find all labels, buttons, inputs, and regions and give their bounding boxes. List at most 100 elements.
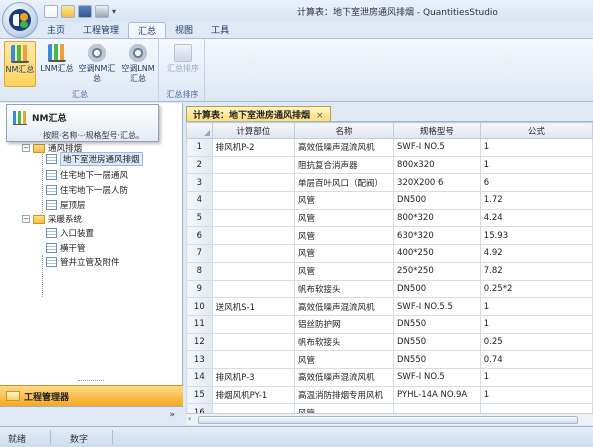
document-tab[interactable]: 计算表：地下室泄房通风排烟 ×: [186, 106, 331, 121]
row-number[interactable]: 8: [186, 261, 213, 281]
row-number[interactable]: 2: [186, 155, 213, 175]
cell-part[interactable]: [211, 208, 296, 228]
cell-formula[interactable]: 0.25: [479, 332, 593, 352]
cell-name[interactable]: 单层百叶风口（配阀）: [294, 173, 395, 193]
panel-splitter-grip[interactable]: [78, 380, 104, 383]
table-row[interactable]: 2 阻抗复合消声器 800x320 1: [186, 155, 593, 175]
tree-item-basement-ventilation[interactable]: 地下室泄房通风排烟: [46, 152, 143, 166]
cell-formula[interactable]: 1: [479, 155, 593, 175]
cell-part[interactable]: 排烟风机PY-1: [211, 385, 296, 405]
cell-formula[interactable]: 1: [479, 138, 593, 157]
cell-spec[interactable]: DN500: [393, 191, 481, 210]
tree-item-residential-b1-civil-defense[interactable]: 住宅地下一层人防: [46, 183, 128, 197]
more-panels-icon[interactable]: »: [169, 410, 175, 420]
row-number[interactable]: 13: [186, 350, 213, 369]
cell-name[interactable]: 帆布软接头: [294, 279, 395, 299]
cell-spec[interactable]: 630*320: [393, 226, 481, 246]
cell-formula[interactable]: 15.93: [479, 226, 593, 246]
row-number[interactable]: 11: [186, 314, 213, 334]
cell-part[interactable]: [211, 226, 296, 246]
cell-part[interactable]: [211, 350, 296, 369]
cell-part[interactable]: [211, 155, 296, 175]
cell-spec[interactable]: 250*250: [393, 261, 481, 281]
table-row[interactable]: 14 排风机P-3 高效低噪声混流风机 SWF-I NO.5 1: [186, 367, 593, 387]
cell-name[interactable]: 高效低噪声混流风机: [294, 138, 395, 157]
cell-formula[interactable]: [479, 403, 593, 413]
cell-spec[interactable]: 800*320: [393, 208, 481, 228]
cell-spec[interactable]: DN550: [393, 314, 481, 334]
tab-tools[interactable]: 工具: [202, 22, 238, 38]
cell-part[interactable]: [211, 261, 296, 281]
cell-spec[interactable]: DN550: [393, 350, 481, 369]
cell-name[interactable]: 铝丝防护网: [294, 314, 395, 334]
row-number[interactable]: 15: [186, 385, 213, 405]
cell-formula[interactable]: 1: [479, 385, 593, 405]
cell-name[interactable]: 高温消防排烟专用风机: [294, 385, 395, 405]
table-row[interactable]: 8 风管 250*250 7.82: [186, 261, 593, 281]
cell-formula[interactable]: 4.92: [479, 244, 593, 263]
tree-item-riser-and-fittings[interactable]: 管井立管及附件: [46, 255, 120, 269]
tab-home[interactable]: 主页: [38, 22, 74, 38]
project-manager-bar[interactable]: 工程管理器: [0, 385, 183, 406]
row-number[interactable]: 16: [186, 403, 213, 413]
cell-part[interactable]: 送风机S-1: [211, 297, 296, 316]
tree-item-residential-b1-ventilation[interactable]: 住宅地下一层通风: [46, 168, 128, 182]
row-number[interactable]: 5: [186, 208, 213, 228]
cell-name[interactable]: 阻抗复合消声器: [294, 155, 395, 175]
cell-formula[interactable]: 0.74: [479, 350, 593, 369]
table-row[interactable]: 11 铝丝防护网 DN550 1: [186, 314, 593, 334]
table-row[interactable]: 1 排风机P-2 高效低噪声混流风机 SWF-I NO.5 1: [186, 138, 593, 157]
row-number[interactable]: 1: [186, 138, 213, 157]
table-row[interactable]: 10 送风机S-1 高效低噪声混流风机 SWF-I NO.5.5 1: [186, 297, 593, 316]
ac-nm-summary-button[interactable]: 空调NM汇总: [78, 41, 116, 87]
row-number[interactable]: 6: [186, 226, 213, 246]
ac-lnm-summary-button[interactable]: 空调LNM汇总: [118, 41, 158, 87]
table-row[interactable]: 9 帆布软接头 DN500 0.25*2: [186, 279, 593, 299]
row-number[interactable]: 4: [186, 191, 213, 210]
tree-item-inlet-device[interactable]: 入口装置: [46, 226, 94, 240]
cell-spec[interactable]: DN500: [393, 279, 481, 299]
tab-view[interactable]: 视图: [166, 22, 202, 38]
cell-formula[interactable]: 1: [479, 297, 593, 316]
cell-formula[interactable]: 6: [479, 173, 593, 193]
row-number[interactable]: 12: [186, 332, 213, 352]
tab-summary[interactable]: 汇总: [128, 22, 167, 38]
app-menu-button[interactable]: [2, 2, 38, 38]
cell-spec[interactable]: [393, 403, 481, 413]
table-row[interactable]: 4 风管 DN500 1.72: [186, 191, 593, 210]
cell-spec[interactable]: DN550: [393, 332, 481, 352]
cell-name[interactable]: 风管: [294, 350, 395, 369]
cell-part[interactable]: [211, 191, 296, 210]
tab-project-management[interactable]: 工程管理: [74, 22, 128, 38]
cell-formula[interactable]: 7.82: [479, 261, 593, 281]
table-row[interactable]: 12 帆布软接头 DN550 0.25: [186, 332, 593, 352]
tree-folder-heating-system[interactable]: − 采暖系统: [22, 212, 82, 226]
cell-part[interactable]: [211, 403, 296, 413]
nm-summary-button[interactable]: NM汇总: [4, 41, 36, 87]
row-number[interactable]: 3: [186, 173, 213, 193]
column-header-part[interactable]: 计算部位: [211, 122, 296, 139]
cell-spec[interactable]: SWF-I NO.5.5: [393, 297, 481, 316]
cell-part[interactable]: 排风机P-3: [211, 367, 296, 387]
cell-name[interactable]: 风管: [294, 208, 395, 228]
print-icon[interactable]: [95, 4, 109, 18]
select-all-corner[interactable]: [186, 122, 213, 139]
row-number[interactable]: 14: [186, 367, 213, 387]
cell-name[interactable]: 风管: [294, 403, 395, 413]
customize-qat-dropdown[interactable]: ▾: [112, 7, 116, 16]
cell-name[interactable]: 风管: [294, 191, 395, 210]
cell-name[interactable]: 高效低噪声混流风机: [294, 367, 395, 387]
table-row[interactable]: 13 风管 DN550 0.74: [186, 350, 593, 369]
close-tab-icon[interactable]: ×: [316, 111, 324, 121]
lnm-summary-button[interactable]: LNM汇总: [40, 41, 74, 87]
scroll-left-icon[interactable]: ‹: [188, 414, 191, 423]
row-number[interactable]: 9: [186, 279, 213, 299]
collapse-icon[interactable]: −: [22, 215, 30, 223]
cell-spec[interactable]: PYHL-14A NO.9A: [393, 385, 481, 405]
row-number[interactable]: 10: [186, 297, 213, 316]
save-icon[interactable]: [78, 4, 92, 18]
cell-part[interactable]: [211, 332, 296, 352]
collapse-icon[interactable]: −: [22, 144, 30, 152]
scrollbar-thumb[interactable]: [198, 416, 578, 424]
row-number[interactable]: 7: [186, 244, 213, 263]
